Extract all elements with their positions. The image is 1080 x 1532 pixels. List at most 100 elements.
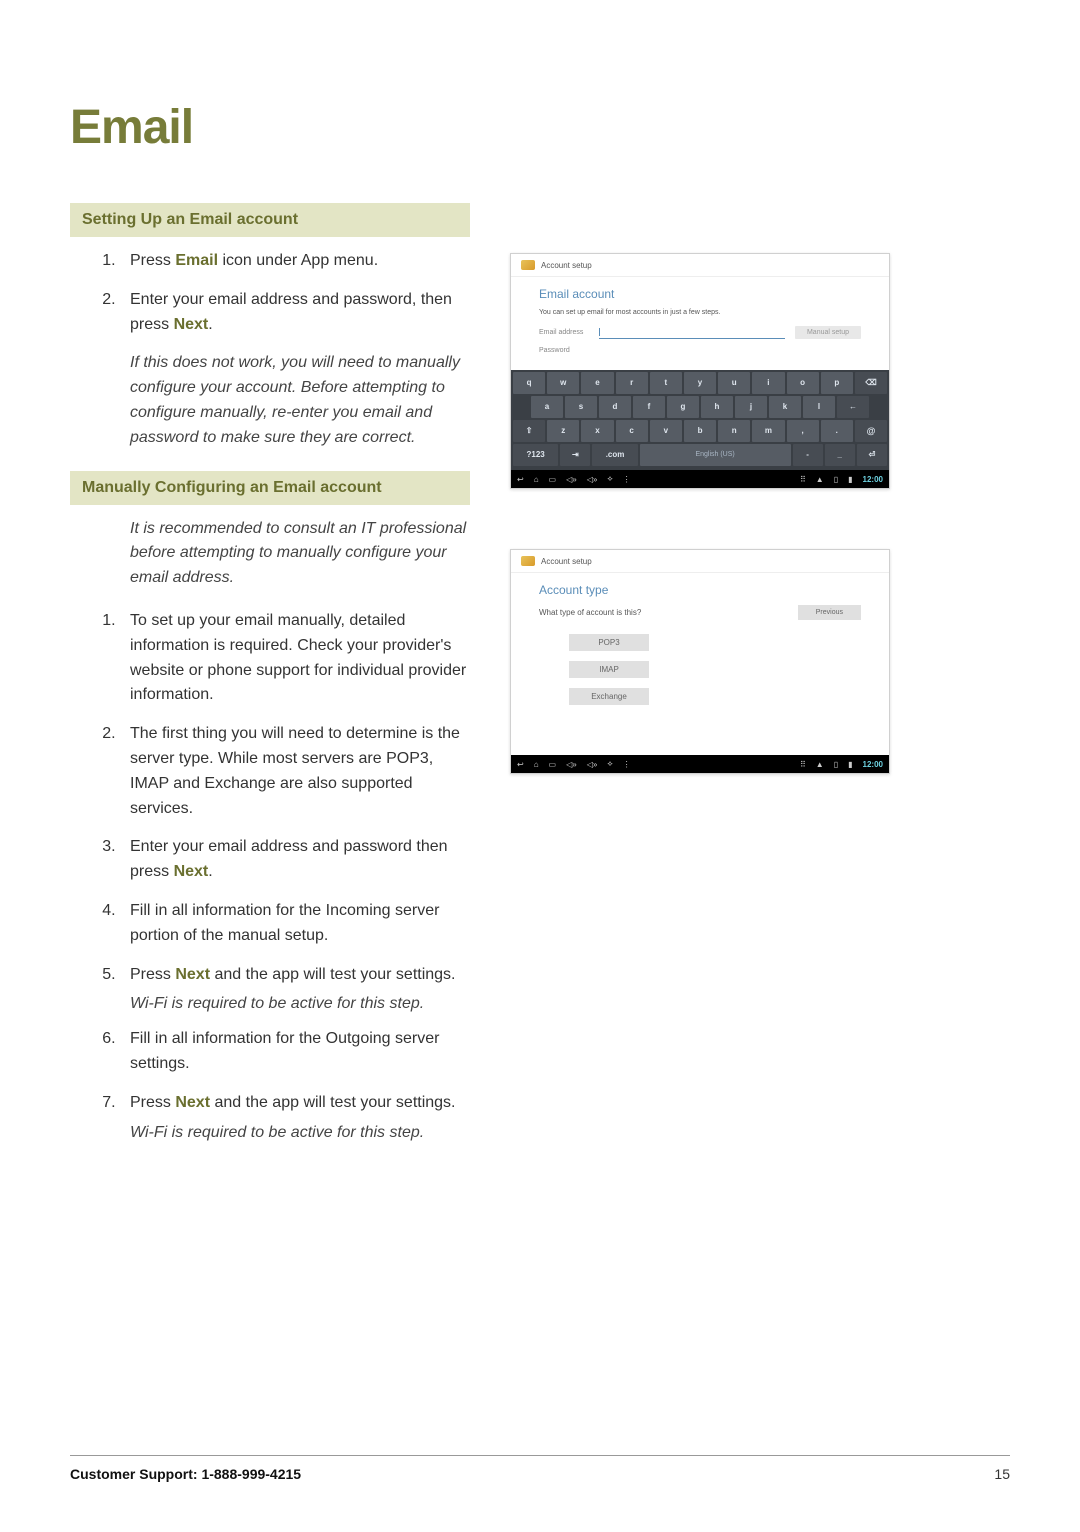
- back-icon[interactable]: ↩: [517, 760, 524, 769]
- breadcrumb: Account setup: [541, 261, 592, 270]
- key-comma[interactable]: ,: [787, 420, 819, 442]
- more-icon[interactable]: ⋮: [623, 760, 631, 769]
- section-heading-setup: Setting Up an Email account: [70, 203, 470, 237]
- system-navbar: ↩ ⌂ ▭ ◁» ◁» ⟡ ⋮ ⠿ ▲ ▯ ▮ 12:00: [511, 470, 889, 488]
- screen-title: Account type: [539, 583, 861, 597]
- key-z[interactable]: z: [547, 420, 579, 442]
- setup-steps-list: Press Email icon under App menu. Enter y…: [70, 249, 470, 337]
- recent-apps-icon[interactable]: ▭: [549, 475, 557, 484]
- sd-icon: ▯: [834, 475, 838, 484]
- key-x[interactable]: x: [581, 420, 613, 442]
- key-j[interactable]: j: [735, 396, 767, 418]
- more-icon[interactable]: ⋮: [623, 475, 631, 484]
- battery-icon: ▮: [848, 760, 852, 769]
- tab-icon[interactable]: ⇥: [560, 444, 590, 466]
- wifi-icon: ▲: [816, 475, 824, 484]
- shift-icon[interactable]: ⇧: [513, 420, 545, 442]
- battery-icon: ▮: [848, 475, 852, 484]
- password-label: Password: [539, 347, 589, 354]
- volume-up-icon[interactable]: ◁»: [587, 475, 598, 484]
- symbols-key[interactable]: ?123: [513, 444, 558, 466]
- key-h[interactable]: h: [701, 396, 733, 418]
- system-navbar: ↩ ⌂ ▭ ◁» ◁» ⟡ ⋮ ⠿ ▲ ▯ ▮ 12:00: [511, 755, 889, 773]
- apps-icon: ⠿: [800, 760, 806, 769]
- key-period[interactable]: .: [821, 420, 853, 442]
- key-at[interactable]: @: [855, 420, 887, 442]
- email-field[interactable]: [599, 327, 785, 339]
- home-icon[interactable]: ⌂: [534, 760, 539, 769]
- wifi-note: Wi-Fi is required to be active for this …: [70, 995, 470, 1013]
- wifi-icon: ▲: [816, 760, 824, 769]
- support-phone: Customer Support: 1-888-999-4215: [70, 1466, 301, 1482]
- apps-icon: ⠿: [800, 475, 806, 484]
- key-l[interactable]: l: [803, 396, 835, 418]
- list-item: To set up your email manually, detailed …: [120, 609, 470, 708]
- page-title: Email: [70, 100, 1010, 155]
- volume-down-icon[interactable]: ◁»: [566, 475, 577, 484]
- spacebar[interactable]: English (US): [640, 444, 791, 466]
- key-r[interactable]: r: [616, 372, 648, 394]
- key-u[interactable]: u: [718, 372, 750, 394]
- list-item: Press Next and the app will test your se…: [120, 963, 470, 988]
- pop3-button[interactable]: POP3: [569, 634, 649, 651]
- key-m[interactable]: m: [752, 420, 784, 442]
- app-icon: [521, 556, 535, 566]
- key-n[interactable]: n: [718, 420, 750, 442]
- list-item: Press Email icon under App menu.: [120, 249, 470, 274]
- screen-title: Email account: [539, 287, 861, 301]
- email-label: Email address: [539, 329, 589, 336]
- manual-steps-list-cont: Fill in all information for the Outgoing…: [70, 1027, 470, 1115]
- key-q[interactable]: q: [513, 372, 545, 394]
- key-p[interactable]: p: [821, 372, 853, 394]
- key-b[interactable]: b: [684, 420, 716, 442]
- volume-up-icon[interactable]: ◁»: [587, 760, 598, 769]
- key-dash[interactable]: -: [793, 444, 823, 466]
- exchange-button[interactable]: Exchange: [569, 688, 649, 705]
- enter-icon[interactable]: ⏎: [857, 444, 887, 466]
- key-w[interactable]: w: [547, 372, 579, 394]
- screenshot-icon[interactable]: ⟡: [607, 474, 612, 484]
- imap-button[interactable]: IMAP: [569, 661, 649, 678]
- key-v[interactable]: v: [650, 420, 682, 442]
- key-k[interactable]: k: [769, 396, 801, 418]
- key-g[interactable]: g: [667, 396, 699, 418]
- previous-button[interactable]: Previous: [798, 605, 861, 620]
- manual-steps-list: To set up your email manually, detailed …: [70, 609, 470, 987]
- key-d[interactable]: d: [599, 396, 631, 418]
- back-icon[interactable]: ↩: [517, 475, 524, 484]
- key-y[interactable]: y: [684, 372, 716, 394]
- screenshots-column: Account setup Email account You can set …: [510, 183, 1010, 1156]
- dotcom-key[interactable]: .com: [592, 444, 637, 466]
- wifi-note: Wi-Fi is required to be active for this …: [70, 1124, 470, 1142]
- key-a[interactable]: a: [531, 396, 563, 418]
- note-text: If this does not work, you will need to …: [70, 351, 470, 450]
- key-s[interactable]: s: [565, 396, 597, 418]
- key-c[interactable]: c: [616, 420, 648, 442]
- list-item: Fill in all information for the Incoming…: [120, 899, 470, 949]
- list-item: The first thing you will need to determi…: [120, 722, 470, 821]
- key-e[interactable]: e: [581, 372, 613, 394]
- volume-down-icon[interactable]: ◁»: [566, 760, 577, 769]
- breadcrumb: Account setup: [541, 557, 592, 566]
- key-o[interactable]: o: [787, 372, 819, 394]
- sd-icon: ▯: [834, 760, 838, 769]
- section-heading-manual: Manually Configuring an Email account: [70, 471, 470, 505]
- onscreen-keyboard[interactable]: q w e r t y u i o p ⌫ a s d f g h j k: [511, 370, 889, 470]
- key-f[interactable]: f: [633, 396, 665, 418]
- manual-setup-button[interactable]: Manual setup: [795, 326, 861, 339]
- recent-apps-icon[interactable]: ▭: [549, 760, 557, 769]
- clock: 12:00: [863, 475, 883, 484]
- home-icon[interactable]: ⌂: [534, 475, 539, 484]
- list-item: Enter your email address and password, t…: [120, 288, 470, 338]
- screenshot-email-setup: Account setup Email account You can set …: [510, 253, 890, 489]
- intro-note: It is recommended to consult an IT profe…: [70, 517, 470, 591]
- key-t[interactable]: t: [650, 372, 682, 394]
- key-i[interactable]: i: [752, 372, 784, 394]
- key-underscore[interactable]: _: [825, 444, 855, 466]
- list-item: Enter your email address and password th…: [120, 835, 470, 885]
- backspace-icon[interactable]: ⌫: [855, 372, 887, 394]
- screen-subtitle: You can set up email for most accounts i…: [539, 309, 861, 316]
- question-text: What type of account is this?: [539, 608, 641, 617]
- enter-left-icon[interactable]: ←: [837, 396, 869, 418]
- screenshot-icon[interactable]: ⟡: [607, 759, 612, 769]
